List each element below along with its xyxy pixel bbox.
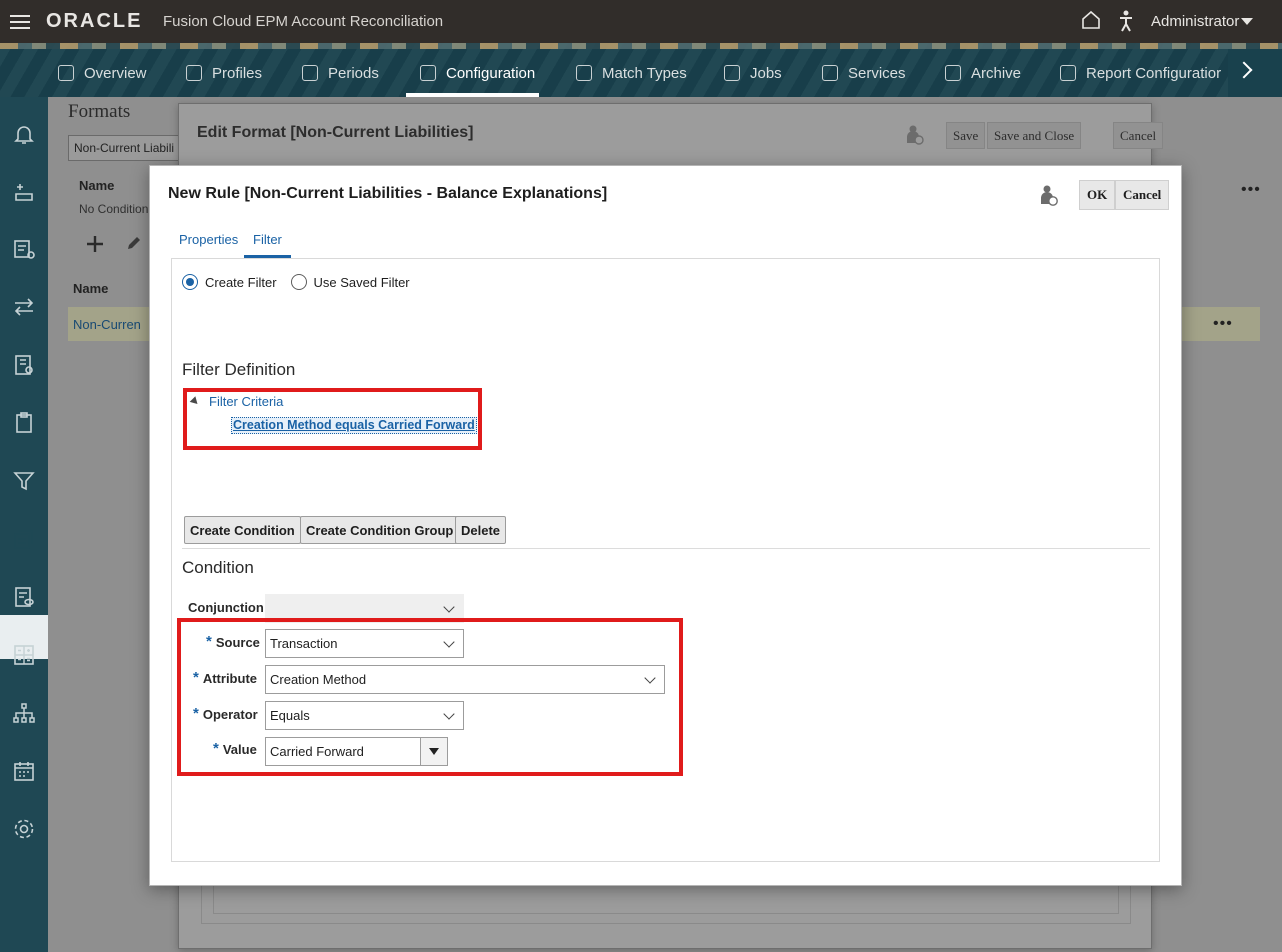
formats-icon[interactable] bbox=[12, 527, 36, 551]
attribute-label: * Attribute bbox=[193, 669, 258, 686]
profiles-icon bbox=[186, 65, 202, 81]
filter-criteria-item[interactable]: Creation Method equals Carried Forward bbox=[231, 417, 477, 434]
jobs-icon bbox=[724, 65, 740, 81]
filter-icon[interactable] bbox=[12, 469, 36, 493]
user-help-icon[interactable] bbox=[906, 124, 924, 146]
calendar-icon[interactable] bbox=[12, 759, 36, 783]
format-row-link[interactable]: Non-Curren bbox=[73, 317, 141, 332]
dropdown-arrow-icon[interactable] bbox=[420, 738, 447, 765]
left-rail bbox=[0, 97, 48, 952]
chevron-down-icon bbox=[443, 636, 455, 648]
nav-match-types[interactable]: Match Types bbox=[576, 49, 687, 97]
save-and-close-button[interactable]: Save and Close bbox=[987, 122, 1082, 149]
create-condition-button[interactable]: Create Condition bbox=[184, 516, 301, 544]
clipboard-icon[interactable] bbox=[12, 411, 36, 435]
user-menu-caret-icon[interactable] bbox=[1241, 18, 1253, 25]
user-menu[interactable]: Administrator bbox=[1151, 13, 1239, 30]
delete-button[interactable]: Delete bbox=[455, 516, 507, 544]
overview-icon bbox=[58, 65, 74, 81]
transfer-icon[interactable] bbox=[12, 295, 36, 319]
column-header-name: Name bbox=[79, 178, 115, 193]
filter-definition-heading: Filter Definition bbox=[182, 360, 296, 379]
nav-overview[interactable]: Overview bbox=[58, 49, 147, 97]
hierarchy-icon[interactable] bbox=[12, 701, 36, 725]
conjunction-label: Conjunction bbox=[188, 600, 264, 615]
create-condition-group-button[interactable]: Create Condition Group bbox=[300, 516, 460, 544]
attribute-select[interactable]: Creation Method bbox=[265, 665, 665, 694]
match-types-icon bbox=[576, 65, 592, 81]
nav-profiles[interactable]: Profiles bbox=[186, 49, 262, 97]
radio-unselected-icon bbox=[290, 274, 307, 290]
new-rule-title: New Rule [Non-Current Liabilities - Bala… bbox=[168, 185, 608, 202]
configuration-icon bbox=[420, 65, 436, 81]
new-rule-dialog: New Rule [Non-Current Liabilities - Bala… bbox=[149, 165, 1182, 886]
archive-icon bbox=[945, 65, 961, 81]
calculator-icon[interactable] bbox=[12, 643, 36, 667]
edit-pencil-icon[interactable] bbox=[126, 235, 142, 251]
chevron-down-icon bbox=[443, 708, 455, 720]
add-icon[interactable] bbox=[86, 235, 104, 253]
nav-configuration[interactable]: Configuration bbox=[405, 49, 540, 97]
nav-next-chevron-icon[interactable] bbox=[1228, 49, 1282, 97]
value-label: * Value bbox=[213, 740, 257, 757]
source-label: * Source bbox=[206, 633, 260, 650]
required-asterisk: * bbox=[206, 633, 212, 650]
row-more-actions-icon[interactable]: ••• bbox=[1213, 315, 1233, 333]
document-view-icon[interactable] bbox=[12, 585, 36, 609]
required-asterisk: * bbox=[193, 705, 199, 722]
use-saved-filter-radio[interactable]: Use Saved Filter bbox=[290, 274, 410, 290]
source-select[interactable]: Transaction bbox=[265, 629, 464, 658]
operator-select[interactable]: Equals bbox=[265, 701, 464, 730]
hamburger-menu-icon[interactable] bbox=[10, 11, 30, 31]
page-title: Formats bbox=[68, 101, 131, 122]
edit-format-title: Edit Format [Non-Current Liabilities] bbox=[197, 124, 474, 141]
oracle-logo: ORACLE bbox=[46, 10, 143, 32]
services-icon bbox=[822, 65, 838, 81]
report-configuration-icon bbox=[1060, 65, 1076, 81]
create-filter-radio[interactable]: Create Filter bbox=[182, 274, 277, 290]
collapse-triangle-icon bbox=[189, 396, 201, 407]
accessibility-icon[interactable] bbox=[1117, 10, 1135, 32]
dialog-frame-inner bbox=[213, 884, 1119, 914]
column-header-name: Name bbox=[73, 281, 109, 296]
notifications-bell-icon[interactable] bbox=[12, 122, 36, 146]
ok-button[interactable]: OK bbox=[1079, 180, 1116, 210]
filter-mode-radio-group: Create Filter Use Saved Filter bbox=[182, 274, 410, 290]
cancel-button[interactable]: Cancel bbox=[1115, 180, 1170, 210]
report-settings-icon[interactable] bbox=[12, 353, 36, 377]
section-divider bbox=[182, 548, 1150, 549]
chevron-down-icon bbox=[644, 672, 656, 684]
conjunction-select bbox=[265, 594, 464, 623]
required-asterisk: * bbox=[213, 740, 219, 757]
nav-report-configuration[interactable]: Report Configuratior bbox=[1060, 49, 1221, 97]
filter-panel: Create Filter Use Saved Filter Filter De… bbox=[171, 258, 1160, 862]
operator-label: * Operator bbox=[193, 705, 258, 722]
periods-icon bbox=[302, 65, 318, 81]
tab-properties[interactable]: Properties bbox=[170, 224, 247, 258]
home-icon[interactable] bbox=[1081, 10, 1101, 30]
tab-filter[interactable]: Filter bbox=[244, 224, 291, 258]
list-settings-icon[interactable] bbox=[12, 237, 36, 261]
no-conditions-text: No Condition bbox=[79, 202, 149, 216]
nav-jobs[interactable]: Jobs bbox=[724, 49, 782, 97]
cancel-button[interactable]: Cancel bbox=[1113, 122, 1164, 149]
reconciliations-icon[interactable] bbox=[12, 180, 36, 204]
nav-services[interactable]: Services bbox=[822, 49, 906, 97]
radio-selected-icon bbox=[182, 274, 198, 290]
product-name: Fusion Cloud EPM Account Reconciliation bbox=[163, 13, 444, 30]
more-actions-icon[interactable]: ••• bbox=[1241, 181, 1261, 199]
settings-gear-icon[interactable] bbox=[12, 817, 36, 841]
top-header: ORACLE Fusion Cloud EPM Account Reconcil… bbox=[0, 0, 1282, 43]
formats-search-input[interactable]: Non-Current Liabili bbox=[68, 135, 188, 161]
chevron-down-icon bbox=[443, 601, 455, 613]
nav-archive[interactable]: Archive bbox=[945, 49, 1021, 97]
condition-heading: Condition bbox=[182, 558, 254, 577]
main-navigation: Overview Profiles Periods Configuration … bbox=[0, 43, 1282, 97]
required-asterisk: * bbox=[193, 669, 199, 686]
save-button[interactable]: Save bbox=[946, 122, 986, 149]
user-help-icon[interactable] bbox=[1040, 184, 1058, 208]
nav-periods[interactable]: Periods bbox=[302, 49, 379, 97]
value-select[interactable]: Carried Forward bbox=[265, 737, 448, 766]
filter-criteria-toggle[interactable]: Filter Criteria bbox=[189, 394, 283, 409]
